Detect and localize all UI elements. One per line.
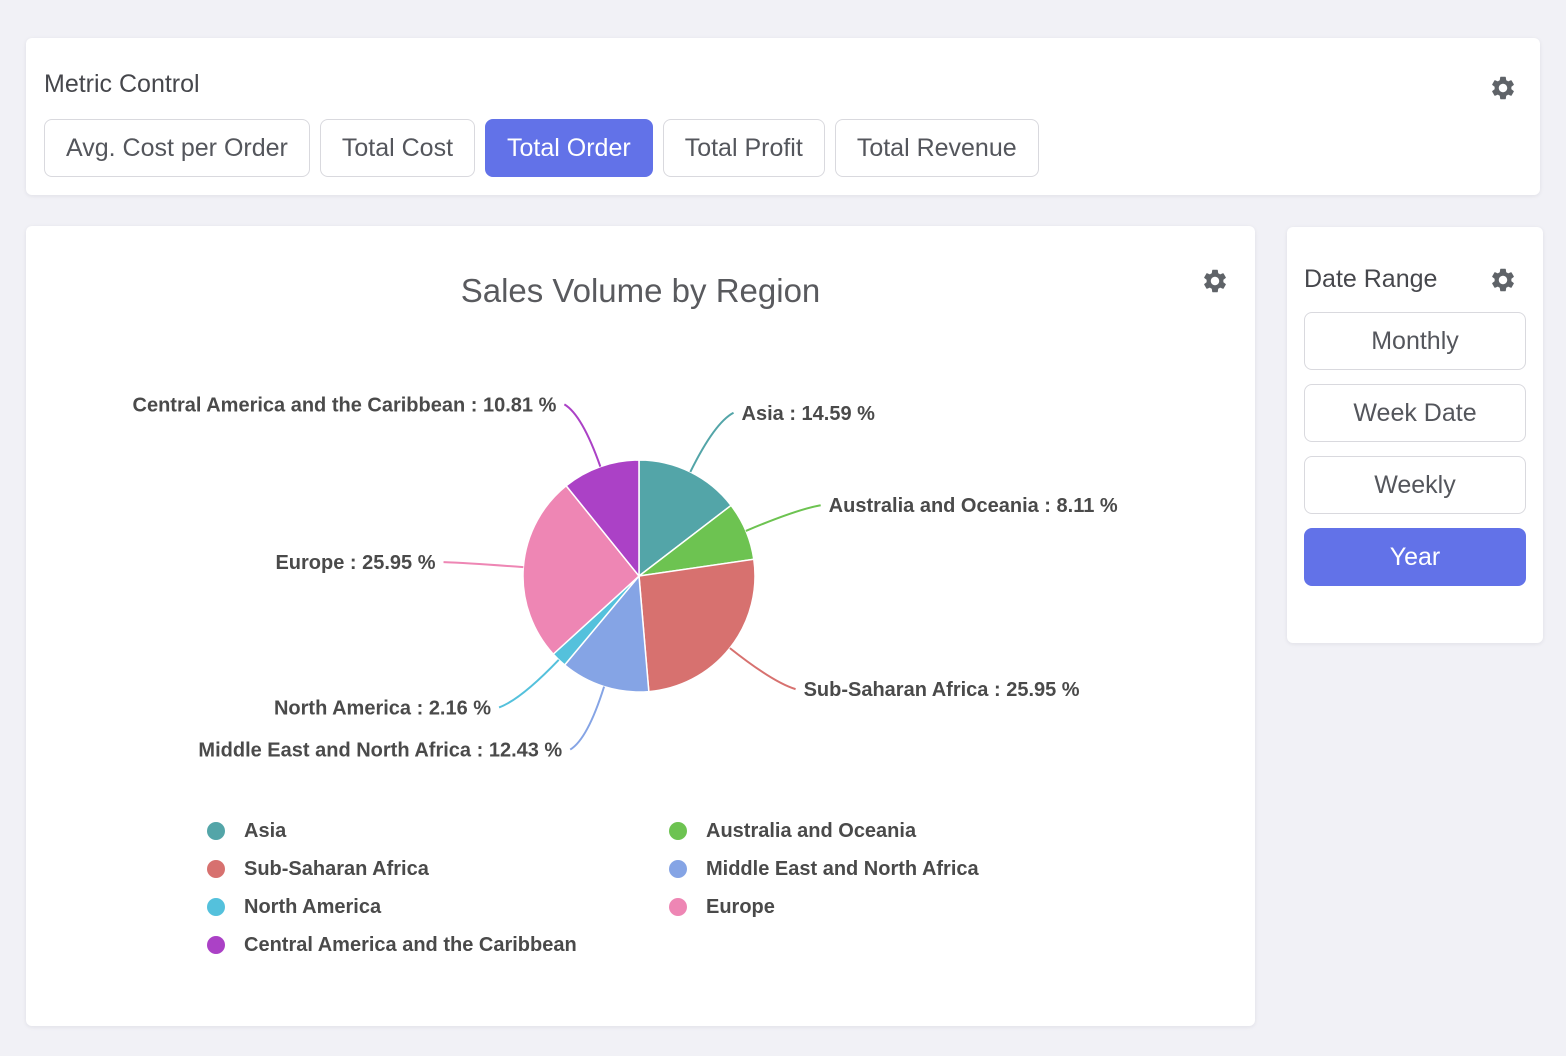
date-range-button-year[interactable]: Year bbox=[1304, 528, 1526, 586]
metric-button-group: Avg. Cost per OrderTotal CostTotal Order… bbox=[44, 119, 1049, 177]
metric-control-title: Metric Control bbox=[44, 70, 200, 99]
chart-title: Sales Volume by Region bbox=[26, 272, 1255, 310]
metric-button-total-order[interactable]: Total Order bbox=[485, 119, 653, 177]
legend-item-central-america-and-the-caribbean[interactable]: Central America and the Caribbean bbox=[207, 934, 669, 956]
date-range-title: Date Range bbox=[1304, 265, 1437, 294]
metric-button-total-profit[interactable]: Total Profit bbox=[663, 119, 825, 177]
legend-item-europe[interactable]: Europe bbox=[669, 896, 979, 918]
legend-label: Central America and the Caribbean bbox=[244, 934, 577, 957]
sales-volume-chart-panel: Sales Volume by Region Asia : 14.59 % Aus… bbox=[26, 226, 1255, 1026]
date-settings-gear-icon[interactable] bbox=[1489, 266, 1517, 294]
legend-marker-icon bbox=[207, 860, 225, 878]
pie-callout-label-sub-saharan-africa: Sub-Saharan Africa : 25.95 % bbox=[804, 679, 1080, 701]
legend-marker-icon bbox=[207, 936, 225, 954]
legend-marker-icon bbox=[669, 822, 687, 840]
pie-callout-label-north-america: North America : 2.16 % bbox=[274, 697, 491, 719]
pie-leader-line-north-america bbox=[499, 660, 559, 708]
legend-marker-icon bbox=[207, 822, 225, 840]
pie-callout-label-australia-and-oceania: Australia and Oceania : 8.11 % bbox=[829, 495, 1118, 517]
metric-button-total-cost[interactable]: Total Cost bbox=[320, 119, 475, 177]
legend-marker-icon bbox=[207, 898, 225, 916]
pie-callout-label-central-america-and-the-caribbean: Central America and the Caribbean : 10.8… bbox=[133, 394, 557, 416]
legend-label: Sub-Saharan Africa bbox=[244, 858, 429, 881]
legend-item-australia-and-oceania[interactable]: Australia and Oceania bbox=[669, 820, 979, 842]
pie-leader-line-sub-saharan-africa bbox=[730, 648, 796, 689]
legend-item-north-america[interactable]: North America bbox=[207, 896, 669, 918]
pie-callout-label-asia: Asia : 14.59 % bbox=[742, 403, 876, 425]
date-range-panel: Date Range Monthly Week Date Weekly Year bbox=[1287, 227, 1543, 643]
pie-leader-line-europe bbox=[444, 562, 524, 567]
pie-leader-line-asia bbox=[690, 413, 733, 472]
metric-button-avg-cost-per-order[interactable]: Avg. Cost per Order bbox=[44, 119, 310, 177]
date-range-button-monthly[interactable]: Monthly bbox=[1304, 312, 1526, 370]
chart-legend: Asia Australia and Oceania Sub-Saharan Afr… bbox=[207, 820, 979, 956]
legend-label: North America bbox=[244, 896, 381, 919]
pie-chart: Asia : 14.59 % Australia and Oceania : 8.… bbox=[26, 346, 1255, 846]
legend-marker-icon bbox=[669, 898, 687, 916]
date-button-group: Monthly Week Date Weekly Year bbox=[1304, 312, 1526, 600]
legend-item-asia[interactable]: Asia bbox=[207, 820, 669, 842]
settings-gear-icon[interactable] bbox=[1489, 74, 1517, 102]
legend-marker-icon bbox=[669, 860, 687, 878]
legend-item-sub-saharan-africa[interactable]: Sub-Saharan Africa bbox=[207, 858, 669, 880]
legend-label: Australia and Oceania bbox=[706, 820, 916, 843]
legend-label: Asia bbox=[244, 820, 286, 843]
metric-button-total-revenue[interactable]: Total Revenue bbox=[835, 119, 1039, 177]
chart-settings-gear-icon[interactable] bbox=[1201, 267, 1229, 295]
date-range-button-week-date[interactable]: Week Date bbox=[1304, 384, 1526, 442]
pie-callout-label-middle-east-and-north-africa: Middle East and North Africa : 12.43 % bbox=[198, 740, 562, 762]
legend-item-middle-east-and-north-africa[interactable]: Middle East and North Africa bbox=[669, 858, 979, 880]
pie-leader-line-central-america-and-the-caribbean bbox=[564, 404, 600, 466]
metric-control-panel: Metric Control Avg. Cost per OrderTotal … bbox=[26, 38, 1540, 195]
date-range-button-weekly[interactable]: Weekly bbox=[1304, 456, 1526, 514]
pie-leader-line-middle-east-and-north-africa bbox=[570, 687, 604, 750]
pie-callout-label-europe: Europe : 25.95 % bbox=[275, 552, 435, 574]
legend-label: Europe bbox=[706, 896, 775, 919]
pie-leader-line-australia-and-oceania bbox=[746, 505, 821, 531]
pie-slice-sub-saharan-africa[interactable] bbox=[639, 559, 755, 691]
legend-label: Middle East and North Africa bbox=[706, 858, 979, 881]
